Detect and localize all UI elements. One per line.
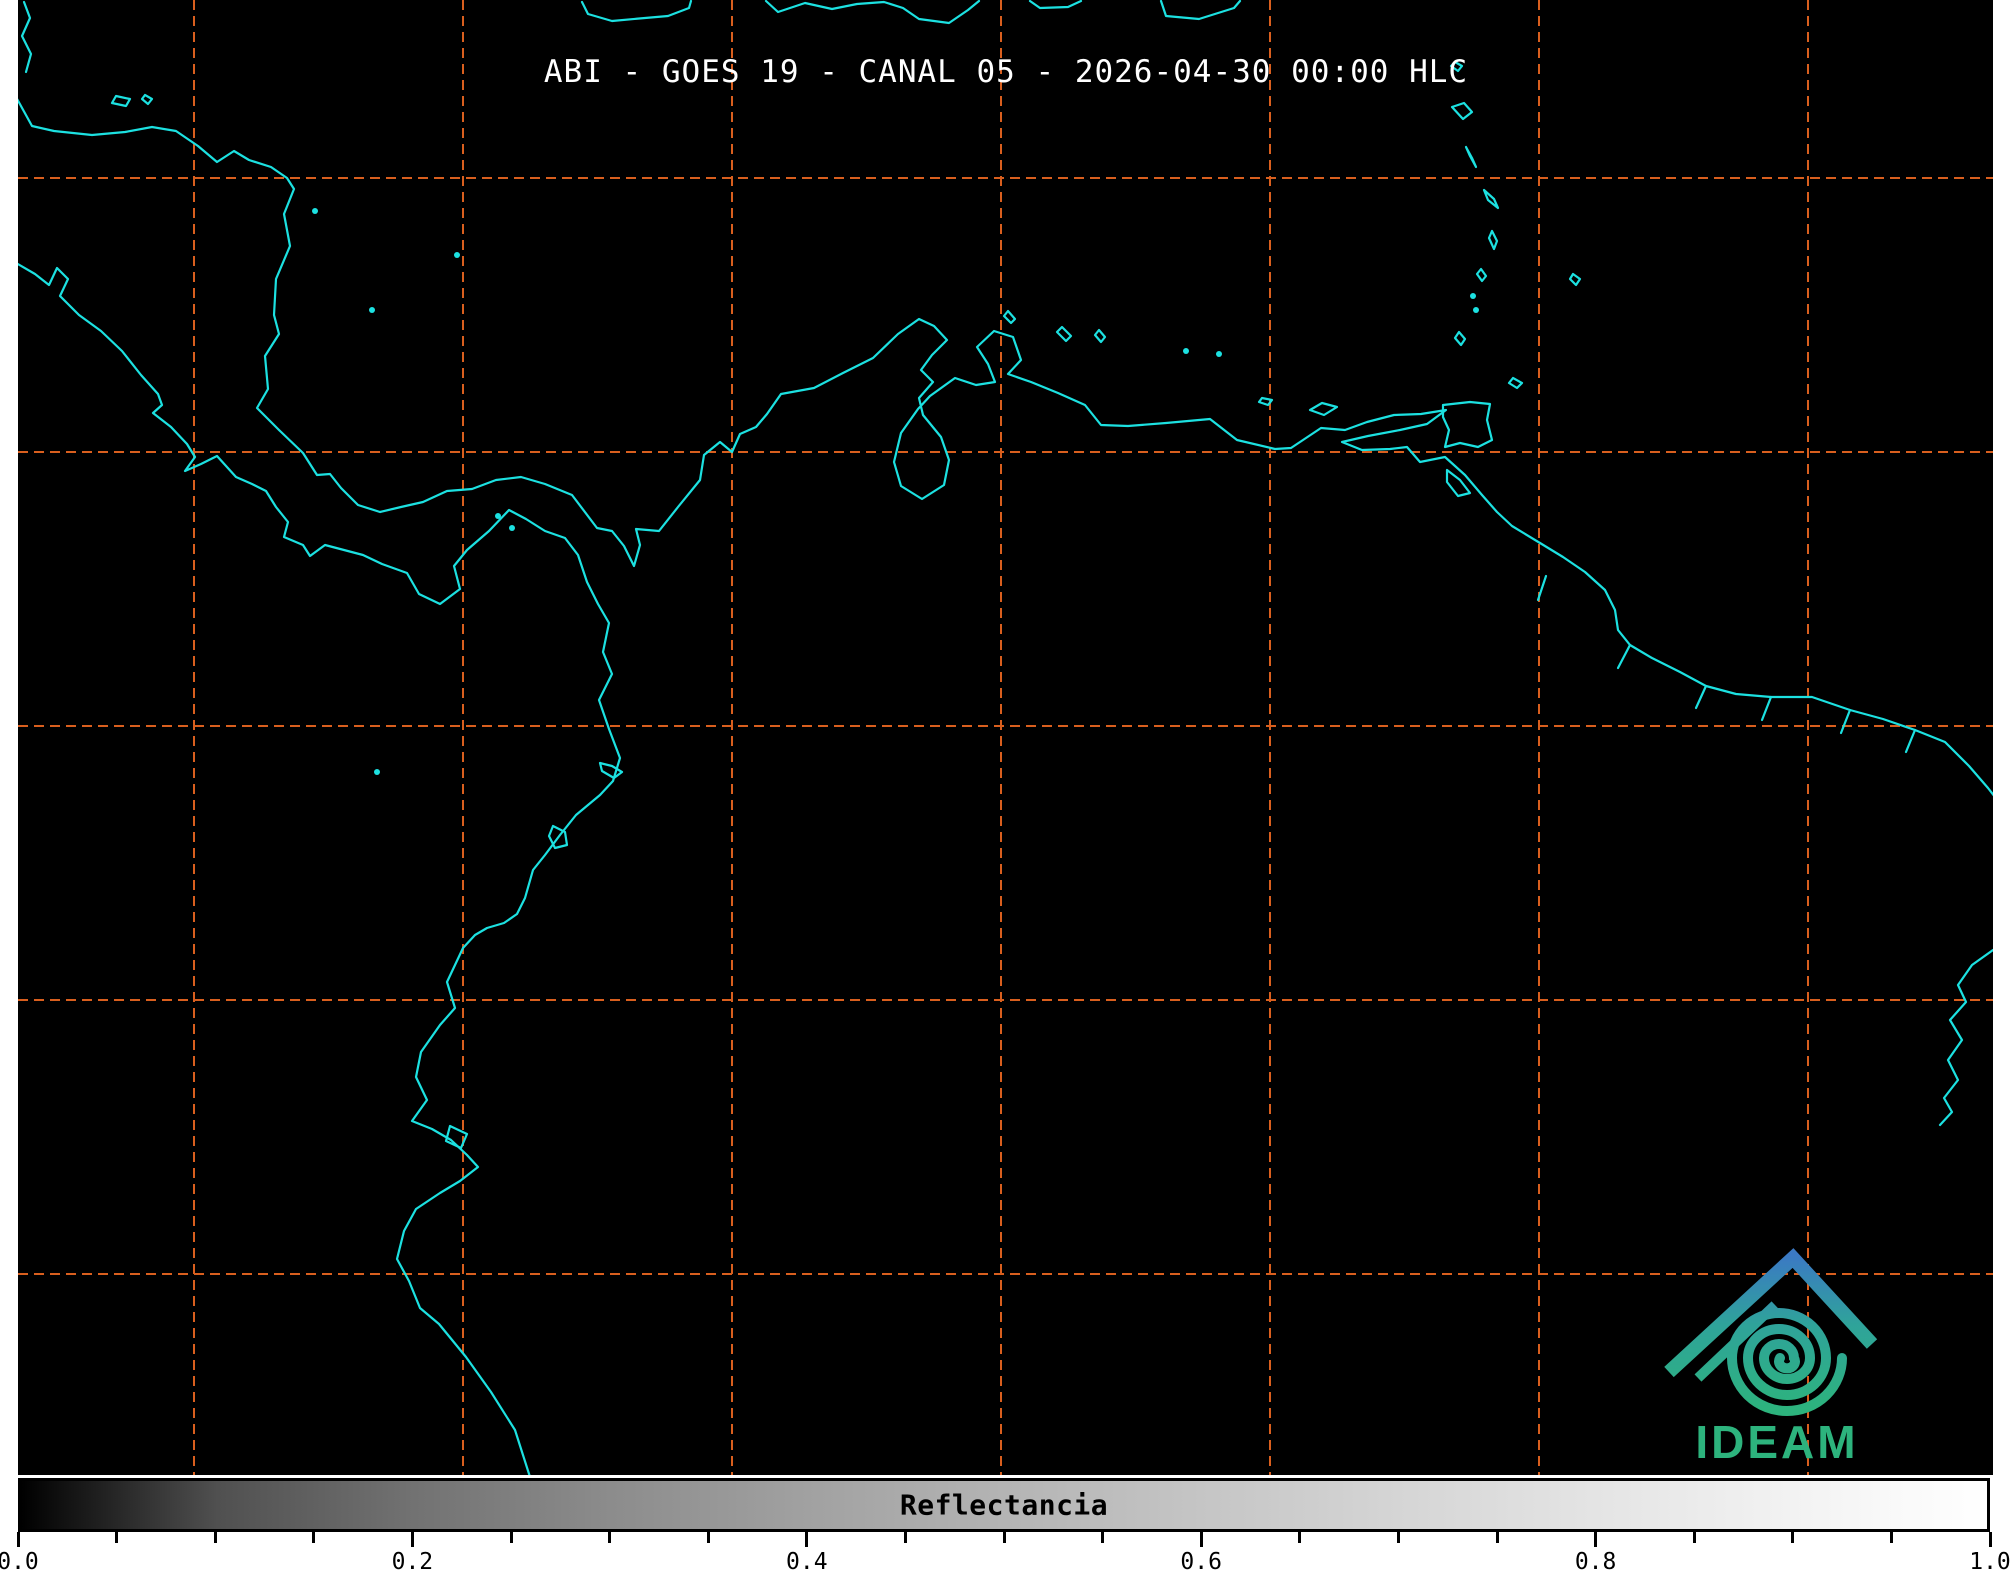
pearl-islands-1 (495, 513, 501, 519)
colorbar-major-tick (805, 1532, 809, 1547)
martinique-island (1482, 188, 1500, 210)
colorbar-tick-label: 0.0 (0, 1549, 39, 1575)
trinidad-island (1441, 400, 1494, 449)
san-andres-island (369, 307, 375, 313)
colorbar-minor-tick (1298, 1532, 1302, 1543)
colorbar-minor-tick (1791, 1532, 1795, 1543)
barbados-island (1568, 272, 1582, 287)
st-vincent-island (1475, 267, 1488, 283)
grenada-island (1453, 330, 1467, 347)
colorbar-tick-label: 0.2 (391, 1549, 434, 1575)
colorbar-minor-tick (115, 1532, 119, 1543)
satellite-map: IDEAM ABI - GOES 19 - CANAL 05 - 2026-04… (18, 0, 1993, 1475)
colorbar-major-tick (410, 1532, 414, 1547)
malpelo-island (374, 769, 380, 775)
colorbar-major-tick (1594, 1532, 1598, 1547)
colorbar-major-tick (1199, 1532, 1203, 1547)
colorbar-minor-tick (1495, 1532, 1499, 1543)
colorbar-minor-tick (608, 1532, 612, 1543)
guiana-river-2 (1616, 643, 1632, 670)
product-title: ABI - GOES 19 - CANAL 05 - 2026-04-30 00… (543, 54, 1469, 90)
colorbar-tick-label: 0.8 (1574, 1549, 1617, 1575)
guadeloupe-island (1450, 101, 1474, 121)
colorbar-minor-tick (706, 1532, 710, 1543)
guiana-river-4 (1760, 695, 1773, 722)
pearl-islands-2 (509, 525, 515, 531)
colorbar-minor-tick (1002, 1532, 1006, 1543)
colorbar-major-tick (1988, 1532, 1992, 1547)
ideam-logo: IDEAM (1664, 1248, 1878, 1468)
roatan-island (110, 94, 132, 108)
dominica-island (1464, 145, 1478, 169)
providencia-island (454, 252, 460, 258)
colorbar-minor-tick (1889, 1532, 1893, 1543)
colorbar-minor-tick (903, 1532, 907, 1543)
margarita-island (1308, 401, 1339, 417)
hispaniola-east-coast (1028, 0, 1083, 10)
grenadines-islet-2 (1473, 307, 1479, 313)
belize-yucatan-edge (20, 0, 33, 74)
guiana-river-3 (1694, 684, 1708, 710)
la-orchila-islet (1216, 351, 1222, 357)
st-lucia-island (1487, 229, 1499, 251)
colorbar-label: Reflectancia (899, 1488, 1109, 1522)
grenadines-islet (1470, 293, 1476, 299)
guanaja-island (140, 93, 154, 106)
reflectance-colorbar: Reflectancia (18, 1478, 1990, 1532)
colorbar-minor-tick (1692, 1532, 1696, 1543)
curacao-island (1055, 325, 1073, 343)
colorbar-minor-tick (1101, 1532, 1105, 1543)
la-tortuga-island (1257, 396, 1274, 407)
colorbar-minor-tick (1396, 1532, 1400, 1543)
latlon-gridlines (18, 0, 1993, 1475)
colorbar-minor-tick (509, 1532, 513, 1543)
coastlines (18, 0, 1993, 1475)
tobago-island (1507, 376, 1524, 390)
colorbar-tick-label: 0.6 (1180, 1549, 1222, 1575)
colorbar-minor-tick (213, 1532, 217, 1543)
los-roques-islet (1183, 348, 1189, 354)
logo-spiral-icon (1726, 1308, 1847, 1416)
colorbar-tick-label: 1.0 (1969, 1549, 2011, 1575)
guiana-river-5 (1839, 708, 1852, 735)
jamaica-south-coast (580, 0, 693, 23)
colorbar-tick-label: 0.4 (786, 1549, 828, 1575)
amazon-mouth-coast (1938, 948, 1993, 1127)
aruba-island (1002, 309, 1017, 325)
logo-wordmark: IDEAM (1695, 1416, 1858, 1468)
puerto-rico-south-coast (1159, 0, 1242, 21)
orinoco-delta-islet (1445, 468, 1472, 498)
bonaire-island (1093, 328, 1107, 344)
pacific-central-south-america-coast (18, 262, 622, 1475)
colorbar-minor-tick (312, 1532, 316, 1543)
hispaniola-south-coast (764, 0, 981, 25)
guiana-river-6 (1904, 728, 1917, 754)
satellite-product-figure: IDEAM ABI - GOES 19 - CANAL 05 - 2026-04… (0, 0, 2011, 1577)
colorbar-major-tick (16, 1532, 20, 1547)
miskito-cay (312, 208, 318, 214)
map-canvas: IDEAM (18, 0, 1993, 1475)
